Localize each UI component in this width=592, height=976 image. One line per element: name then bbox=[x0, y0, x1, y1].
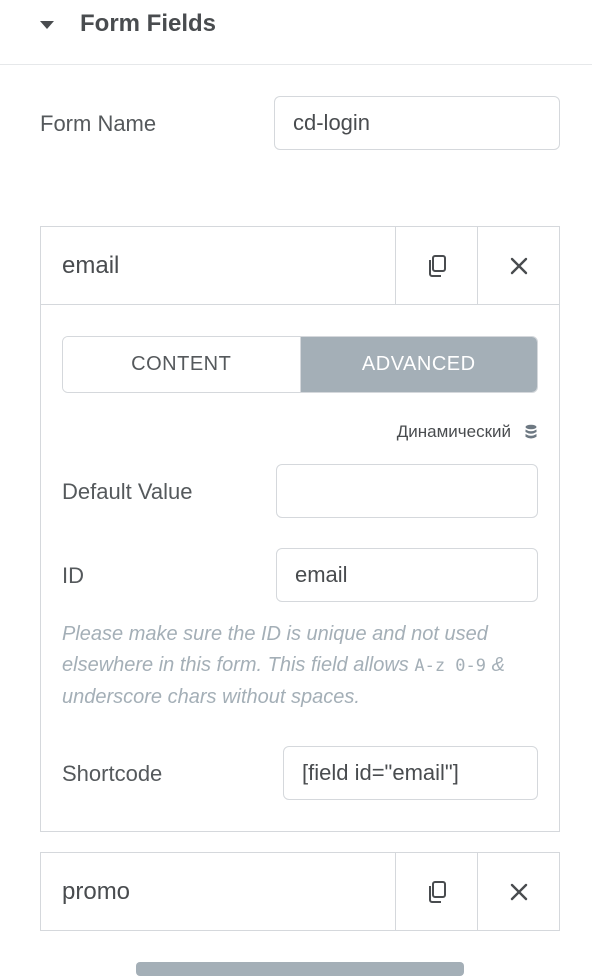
close-icon bbox=[510, 257, 527, 274]
repeater-item-header[interactable]: promo bbox=[41, 853, 559, 930]
form-name-label: Form Name bbox=[40, 111, 157, 136]
shortcode-label: Shortcode bbox=[62, 761, 163, 786]
default-value-label: Default Value bbox=[62, 479, 193, 504]
remove-button[interactable] bbox=[477, 853, 559, 930]
caret-down-icon[interactable] bbox=[40, 21, 54, 29]
tabs: CONTENT ADVANCED bbox=[62, 336, 538, 393]
close-icon bbox=[510, 883, 527, 900]
id-value: email bbox=[295, 562, 348, 587]
add-item-button[interactable] bbox=[136, 962, 464, 976]
repeater-item-title[interactable]: email bbox=[41, 227, 395, 304]
id-input[interactable]: email bbox=[276, 548, 538, 602]
shortcode-value: [field id="email"] bbox=[302, 760, 459, 785]
help-code-chars: A-z 0-9 bbox=[414, 656, 487, 676]
tab-content[interactable]: CONTENT bbox=[63, 337, 301, 392]
repeater-item-header[interactable]: email bbox=[41, 227, 559, 304]
form-name-input[interactable]: cd-login bbox=[274, 96, 560, 150]
repeater-item-email: email CONTENT ADVANCED Динамический Defa… bbox=[40, 226, 560, 832]
id-help-text: Please make sure the ID is unique and no… bbox=[62, 619, 542, 713]
database-icon bbox=[525, 424, 537, 439]
duplicate-button[interactable] bbox=[395, 853, 477, 930]
default-value-input[interactable] bbox=[276, 464, 538, 518]
repeater-item-body: CONTENT ADVANCED Динамический Default Va… bbox=[41, 304, 559, 831]
duplicate-icon bbox=[428, 254, 446, 277]
dynamic-label: Динамический bbox=[396, 422, 511, 441]
id-label: ID bbox=[62, 563, 84, 588]
section-title: Form Fields bbox=[80, 10, 217, 37]
duplicate-icon bbox=[428, 880, 446, 903]
duplicate-button[interactable] bbox=[395, 227, 477, 304]
section-header[interactable]: Form Fields bbox=[0, 0, 592, 65]
tab-advanced[interactable]: ADVANCED bbox=[300, 337, 537, 392]
form-name-value: cd-login bbox=[293, 110, 371, 135]
remove-button[interactable] bbox=[477, 227, 559, 304]
repeater-item-promo: promo bbox=[40, 852, 560, 931]
repeater-item-title[interactable]: promo bbox=[41, 853, 395, 930]
shortcode-input[interactable]: [field id="email"] bbox=[283, 746, 538, 800]
dynamic-tags-toggle[interactable]: Динамический bbox=[397, 422, 537, 442]
